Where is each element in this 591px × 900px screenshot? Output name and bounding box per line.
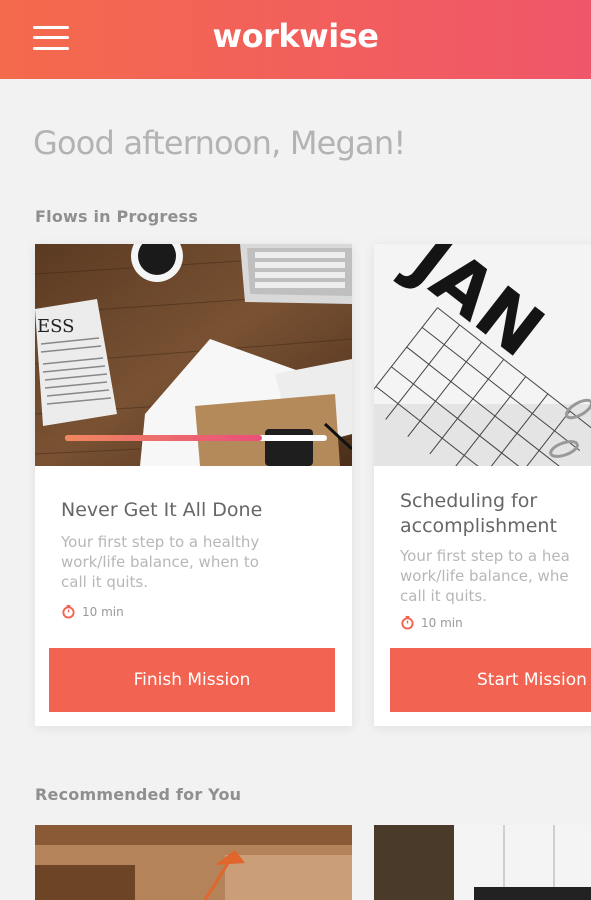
card-image-desk: ESS: [35, 244, 352, 466]
flow-card[interactable]: JAN Scheduling for accomplishment Your f…: [374, 244, 591, 726]
recommended-card[interactable]: [35, 825, 352, 900]
flow-description-line: work/life balance, whe: [400, 567, 569, 585]
flow-description-line: call it quits.: [61, 573, 149, 591]
flow-title: Scheduling for accomplishment: [400, 489, 591, 539]
timer-icon: [401, 615, 414, 630]
flow-description: Your first step to a healthy work/life b…: [61, 532, 321, 592]
recommended-card[interactable]: [374, 825, 591, 900]
greeting-heading: Good afternoon, Megan!: [33, 124, 406, 162]
flow-progress-bar: [65, 435, 327, 441]
flow-description-line: Your first step to a healthy: [61, 533, 260, 551]
flow-description: Your first step to a hea work/life balan…: [400, 546, 591, 606]
duration-label: 10 min: [421, 615, 463, 630]
brand-logo: workwise: [212, 17, 379, 55]
flow-description-line: work/life balance, when to: [61, 553, 259, 571]
flow-card[interactable]: ESS Never Get It All Done Your first ste…: [35, 244, 352, 726]
start-mission-button[interactable]: Start Mission: [390, 648, 591, 712]
flow-title-line: Scheduling for: [400, 490, 538, 512]
section-label-flows: Flows in Progress: [35, 207, 198, 226]
flow-title-line: accomplishment: [400, 515, 557, 537]
flow-title: Never Get It All Done: [61, 499, 263, 521]
app-screen: workwise Good afternoon, Megan! Flows in…: [0, 0, 591, 900]
app-header: workwise: [0, 0, 591, 79]
timer-icon: [62, 604, 75, 619]
recommended-image-room: [374, 825, 591, 900]
section-label-recommended: Recommended for You: [35, 785, 242, 804]
svg-text:ESS: ESS: [37, 316, 75, 337]
flow-duration: 10 min: [400, 615, 463, 630]
flow-description-line: call it quits.: [400, 587, 488, 605]
recommended-image-lamp: [35, 825, 352, 900]
flow-progress-fill: [65, 435, 262, 441]
finish-mission-button[interactable]: Finish Mission: [49, 648, 335, 712]
card-image-calendar: JAN: [374, 244, 591, 466]
flow-description-line: Your first step to a hea: [400, 547, 570, 565]
duration-label: 10 min: [82, 604, 124, 619]
flow-duration: 10 min: [61, 604, 124, 619]
